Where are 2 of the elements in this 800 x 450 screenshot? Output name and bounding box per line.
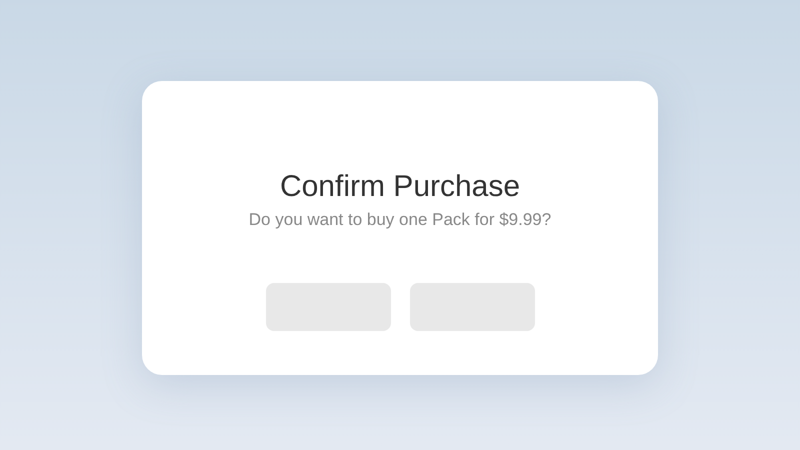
dialog-message: Do you want to buy one Pack for $9.99? [248,209,552,231]
dialog-title: Confirm Purchase [280,169,520,205]
